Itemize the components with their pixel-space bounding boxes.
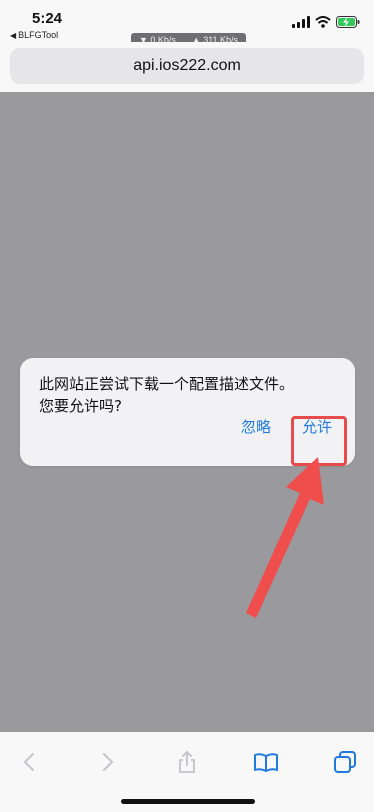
back-button[interactable] — [12, 745, 46, 779]
tabs-icon — [334, 751, 356, 773]
share-button[interactable] — [170, 745, 204, 779]
address-bar[interactable]: api.ios222.com — [10, 48, 364, 84]
alert-message-line1: 此网站正尝试下载一个配置描述文件。 — [39, 375, 295, 393]
browser-top-bar: api.ios222.com — [0, 42, 374, 92]
alert-message: 此网站正尝试下载一个配置描述文件。 您要允许吗? — [39, 373, 339, 417]
status-icons — [292, 13, 360, 32]
pointer-arrow-icon — [246, 457, 324, 618]
back-app-label: BLFGTool — [18, 30, 59, 40]
wifi-icon — [315, 13, 331, 32]
bookmarks-button[interactable] — [249, 745, 283, 779]
tabs-button[interactable] — [328, 745, 362, 779]
battery-charging-icon — [336, 13, 360, 32]
bookmarks-icon — [254, 753, 278, 772]
status-bar: 5:24 ◀ BLFGTool ▼ 0 Kb/s ▲ 311 Kb/s — [0, 0, 374, 47]
alert-message-line2: 您要允许吗? — [39, 397, 122, 415]
home-indicator[interactable] — [121, 799, 255, 804]
phone-screen: 5:24 ◀ BLFGTool ▼ 0 Kb/s ▲ 311 Kb/s api.… — [0, 0, 374, 812]
signal-icon — [292, 13, 310, 32]
forward-button[interactable] — [91, 745, 125, 779]
status-time: 5:24 — [32, 10, 63, 27]
url-text: api.ios222.com — [133, 57, 241, 74]
share-icon — [179, 751, 195, 773]
back-icon — [23, 752, 35, 772]
ignore-button[interactable]: 忽略 — [241, 410, 271, 442]
forward-icon — [102, 752, 114, 772]
back-triangle-icon: ◀ — [10, 30, 17, 40]
back-to-app-button[interactable]: ◀ BLFGTool — [10, 30, 58, 40]
